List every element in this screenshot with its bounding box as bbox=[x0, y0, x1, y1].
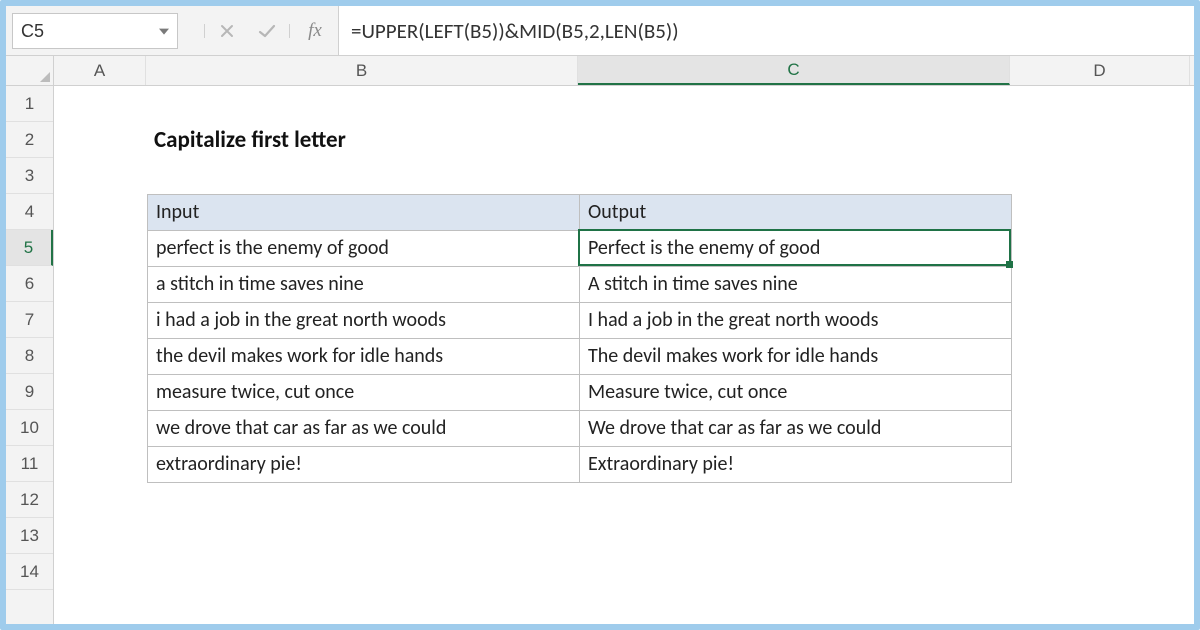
row-header-3[interactable]: 3 bbox=[6, 158, 53, 194]
row-header-14[interactable]: 14 bbox=[6, 554, 53, 590]
grid-body: 1234567891011121314 Capitalize first let… bbox=[6, 86, 1194, 624]
table-row: the devil makes work for idle handsThe d… bbox=[148, 339, 1012, 375]
formula-text: =UPPER(LEFT(B5))&MID(B5,2,LEN(B5)) bbox=[351, 18, 679, 44]
name-box-value: C5 bbox=[21, 21, 44, 42]
cells-area[interactable]: Capitalize first letter Input Output per… bbox=[54, 86, 1194, 624]
column-header-A[interactable]: A bbox=[54, 56, 146, 85]
row-header-5[interactable]: 5 bbox=[6, 230, 53, 266]
table-row: measure twice, cut onceMeasure twice, cu… bbox=[148, 375, 1012, 411]
table-row: perfect is the enemy of goodPerfect is t… bbox=[148, 231, 1012, 267]
table-header-input[interactable]: Input bbox=[148, 195, 580, 231]
row-headers: 1234567891011121314 bbox=[6, 86, 54, 624]
enter-button[interactable] bbox=[247, 6, 287, 55]
row-header-8[interactable]: 8 bbox=[6, 338, 53, 374]
cell-output[interactable]: Measure twice, cut once bbox=[580, 375, 1012, 411]
cell-input[interactable]: i had a job in the great north woods bbox=[148, 303, 580, 339]
spacer bbox=[178, 6, 202, 55]
row-header-6[interactable]: 6 bbox=[6, 266, 53, 302]
column-header-B[interactable]: B bbox=[146, 56, 578, 85]
row-header-11[interactable]: 11 bbox=[6, 446, 53, 482]
row-header-13[interactable]: 13 bbox=[6, 518, 53, 554]
cell-output[interactable]: We drove that car as far as we could bbox=[580, 411, 1012, 447]
formula-input[interactable]: =UPPER(LEFT(B5))&MID(B5,2,LEN(B5)) bbox=[338, 6, 1194, 55]
cell-output[interactable]: Extraordinary pie! bbox=[580, 447, 1012, 483]
chevron-down-icon[interactable] bbox=[159, 29, 169, 35]
row-header-1[interactable]: 1 bbox=[6, 86, 53, 122]
cell-input[interactable]: measure twice, cut once bbox=[148, 375, 580, 411]
cell-input[interactable]: perfect is the enemy of good bbox=[148, 231, 580, 267]
column-header-D[interactable]: D bbox=[1010, 56, 1190, 85]
cell-output[interactable]: I had a job in the great north woods bbox=[580, 303, 1012, 339]
select-all-corner[interactable] bbox=[6, 56, 54, 85]
cancel-button[interactable] bbox=[207, 6, 247, 55]
cell-input[interactable]: extraordinary pie! bbox=[148, 447, 580, 483]
formula-bar: C5 fx =UPPER(LEFT(B5))&MID(B5,2,LEN(B5)) bbox=[6, 6, 1194, 56]
table-row: i had a job in the great north woodsI ha… bbox=[148, 303, 1012, 339]
row-header-7[interactable]: 7 bbox=[6, 302, 53, 338]
cell-output[interactable]: Perfect is the enemy of good bbox=[580, 231, 1012, 267]
cell-output[interactable]: The devil makes work for idle hands bbox=[580, 339, 1012, 375]
table-row: a stitch in time saves nineA stitch in t… bbox=[148, 267, 1012, 303]
cell-input[interactable]: the devil makes work for idle hands bbox=[148, 339, 580, 375]
table-header-output[interactable]: Output bbox=[580, 195, 1012, 231]
column-headers: A B C D bbox=[6, 56, 1194, 86]
name-box[interactable]: C5 bbox=[12, 13, 178, 49]
row-header-9[interactable]: 9 bbox=[6, 374, 53, 410]
check-icon bbox=[257, 23, 277, 39]
insert-function-button[interactable]: fx bbox=[292, 6, 338, 55]
x-icon bbox=[219, 23, 235, 39]
fx-icon: fx bbox=[308, 20, 322, 42]
table-row: extraordinary pie!Extraordinary pie! bbox=[148, 447, 1012, 483]
table-row: we drove that car as far as we couldWe d… bbox=[148, 411, 1012, 447]
row-header-12[interactable]: 12 bbox=[6, 482, 53, 518]
table-header-row: Input Output bbox=[148, 195, 1012, 231]
cell-input[interactable]: we drove that car as far as we could bbox=[148, 411, 580, 447]
cell-output[interactable]: A stitch in time saves nine bbox=[580, 267, 1012, 303]
cell-input[interactable]: a stitch in time saves nine bbox=[148, 267, 580, 303]
app-frame: C5 fx =UPPER(LEFT(B5))&MID(B5,2,LEN(B5))… bbox=[0, 0, 1200, 630]
page-title: Capitalize first letter bbox=[154, 126, 346, 154]
data-table: Input Output perfect is the enemy of goo… bbox=[147, 194, 1012, 483]
row-header-4[interactable]: 4 bbox=[6, 194, 53, 230]
row-header-10[interactable]: 10 bbox=[6, 410, 53, 446]
column-header-C[interactable]: C bbox=[578, 56, 1010, 85]
row-header-2[interactable]: 2 bbox=[6, 122, 53, 158]
